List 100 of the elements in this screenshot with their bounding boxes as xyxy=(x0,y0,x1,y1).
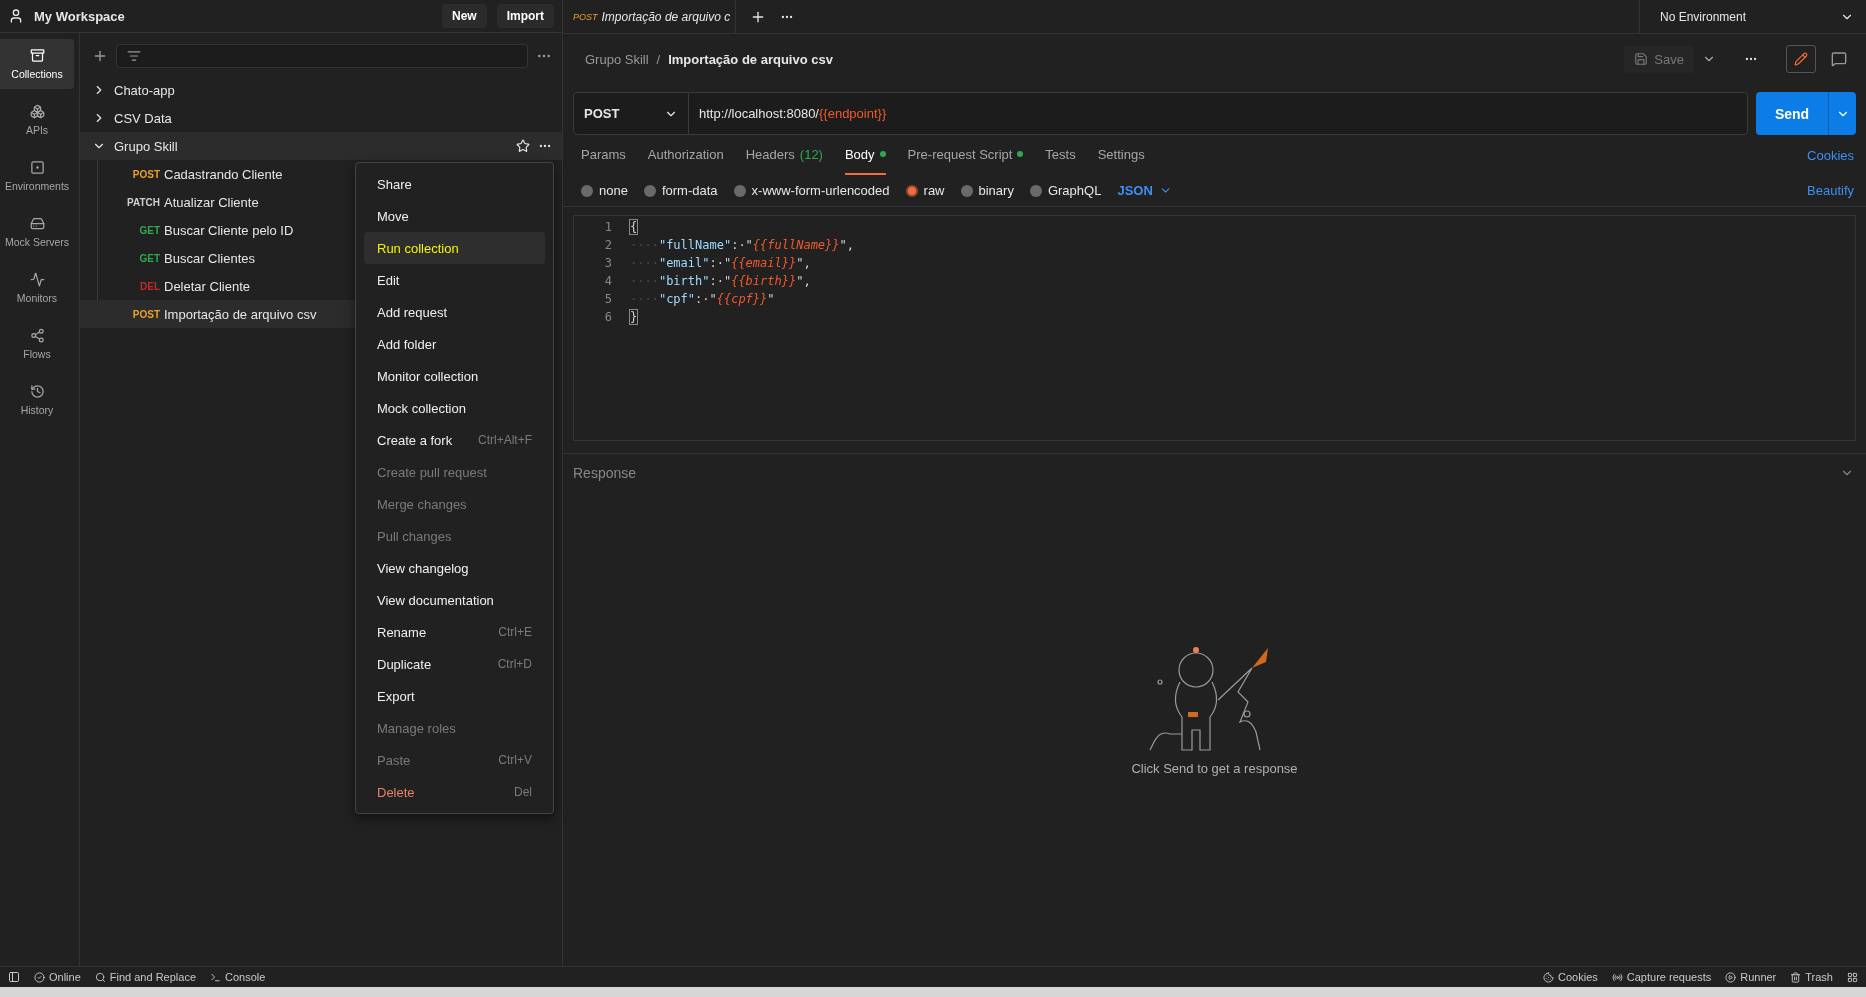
body-type-radio[interactable]: GraphQL xyxy=(1029,183,1102,198)
rail-item[interactable]: Environments xyxy=(0,151,74,201)
filter-field[interactable] xyxy=(116,44,528,68)
cookie-icon xyxy=(1543,971,1555,983)
status-item[interactable]: Cookies xyxy=(1558,971,1598,983)
menu-item[interactable]: Paste Ctrl+V xyxy=(364,744,545,776)
rail-item[interactable]: APIs xyxy=(0,95,74,145)
body-type-radio[interactable]: none xyxy=(581,183,628,198)
apis-icon xyxy=(29,104,45,119)
breadcrumb-link[interactable]: Grupo Skill xyxy=(585,51,649,67)
terminal-icon xyxy=(210,971,222,983)
request-name: Atualizar Cliente xyxy=(164,194,259,210)
add-icon[interactable] xyxy=(92,48,108,64)
status-item[interactable]: Capture requests xyxy=(1626,971,1712,983)
rail-item[interactable]: Flows xyxy=(0,319,74,369)
sidebar-toggle-icon[interactable] xyxy=(8,971,20,983)
filter-icon xyxy=(127,49,141,63)
beautify-link[interactable]: Beautify xyxy=(1807,183,1854,198)
edit-icon[interactable] xyxy=(1786,45,1816,73)
request-option-tab[interactable]: Tests xyxy=(1045,135,1076,175)
menu-item[interactable]: Share xyxy=(364,168,545,200)
request-title: Importação de arquivo csv xyxy=(668,51,834,67)
rail-item[interactable]: Collections xyxy=(0,39,74,89)
user-icon xyxy=(8,8,24,24)
line-number: 6 xyxy=(603,310,612,324)
method-label: PATCH xyxy=(127,196,160,208)
menu-item[interactable]: View changelog xyxy=(364,552,545,584)
method-label: DEL xyxy=(140,280,160,292)
menu-item[interactable]: Delete Del xyxy=(364,776,545,808)
search-icon xyxy=(94,971,106,983)
menu-item[interactable]: Create pull request xyxy=(364,456,545,488)
header-button[interactable]: Import xyxy=(496,4,554,28)
menu-item[interactable]: Duplicate Ctrl+D xyxy=(364,648,545,680)
workspace-title: My Workspace xyxy=(34,8,126,24)
request-option-tab[interactable]: Settings xyxy=(1097,135,1145,175)
method-label: POST xyxy=(132,308,160,320)
layout-icon[interactable] xyxy=(1847,971,1858,983)
collection-row[interactable]: CSV Data xyxy=(80,104,562,132)
line-number: 5 xyxy=(603,292,612,306)
status-item[interactable]: Console xyxy=(225,971,266,983)
method-label: POST xyxy=(132,168,160,180)
breadcrumb-separator: / xyxy=(656,51,661,67)
body-type-radio[interactable]: raw xyxy=(905,183,945,198)
history-icon xyxy=(29,384,45,399)
rail-item[interactable]: Mock Servers xyxy=(0,207,74,257)
line-number: 1 xyxy=(603,220,612,234)
code-line: } xyxy=(630,310,638,324)
header-button[interactable]: New xyxy=(441,4,487,28)
code-editor[interactable]: 1 { 2 ····"fullName":·"{{fullName}}", 3 ····"email":·"{{email}}", 4 ····"birth":·"{{birth}}", 5 ····"cpf":·"{{cpf}}" 6 } xyxy=(573,215,1856,441)
format-select[interactable]: JSON xyxy=(1117,183,1172,198)
send-button[interactable]: Send xyxy=(1756,92,1856,135)
request-option-tab[interactable]: Params xyxy=(581,135,626,175)
menu-item[interactable]: Pull changes xyxy=(364,520,545,552)
line-number: 3 xyxy=(603,256,612,270)
status-item[interactable]: Find and Replace xyxy=(109,971,197,983)
rail-item[interactable]: History xyxy=(0,375,74,425)
flows-icon xyxy=(29,328,45,343)
request-option-tab[interactable]: Pre-request Script xyxy=(907,135,1024,175)
menu-item[interactable]: Run collection xyxy=(364,232,545,264)
collections-icon xyxy=(29,48,45,63)
menu-item[interactable]: Create a fork Ctrl+Alt+F xyxy=(364,424,545,456)
status-item[interactable]: Runner xyxy=(1740,971,1777,983)
environments-icon xyxy=(29,160,45,175)
empty-state-message: Click Send to get a response xyxy=(1131,760,1298,776)
menu-item[interactable]: Move xyxy=(364,200,545,232)
radio-icon xyxy=(1611,971,1623,983)
line-number: 4 xyxy=(603,274,612,288)
request-option-tab[interactable]: Body xyxy=(844,135,886,175)
method-label: GET xyxy=(139,224,160,236)
cookies-link[interactable]: Cookies xyxy=(1807,147,1854,163)
menu-item[interactable]: Rename Ctrl+E xyxy=(364,616,545,648)
collection-row[interactable]: Grupo Skill xyxy=(80,132,562,160)
body-type-radio[interactable]: form-data xyxy=(643,183,718,198)
request-name: Importação de arquivo csv xyxy=(164,306,317,322)
trash-icon xyxy=(1790,971,1802,983)
check-circle-icon xyxy=(34,971,45,983)
body-type-radio[interactable]: binary xyxy=(960,183,1014,198)
request-option-tab[interactable]: Headers (12) xyxy=(745,135,823,175)
environment-select[interactable]: No Environment xyxy=(1639,0,1866,33)
method-label: GET xyxy=(139,252,160,264)
rail-item[interactable]: Monitors xyxy=(0,263,74,313)
collection-row[interactable]: Chato-app xyxy=(80,76,562,104)
response-title: Response xyxy=(573,464,637,481)
menu-item[interactable]: Add folder xyxy=(364,328,545,360)
request-option-tab[interactable]: Authorization xyxy=(647,135,724,175)
body-type-radio[interactable]: x-www-form-urlencoded xyxy=(733,183,890,198)
code-line: ····"cpf":·"{{cpf}}" xyxy=(630,292,775,306)
menu-item[interactable]: Export xyxy=(364,680,545,712)
status-item[interactable]: Trash xyxy=(1805,971,1833,983)
save-icon xyxy=(1634,52,1649,66)
request-name: Buscar Clientes xyxy=(164,250,256,266)
server-icon xyxy=(29,216,45,231)
menu-item[interactable]: Merge changes xyxy=(364,488,545,520)
menu-item[interactable]: Mock collection xyxy=(364,392,545,424)
menu-item[interactable]: Edit xyxy=(364,264,545,296)
star-icon[interactable] xyxy=(516,139,530,153)
menu-item[interactable]: View documentation xyxy=(364,584,545,616)
menu-item[interactable]: Monitor collection xyxy=(364,360,545,392)
menu-item[interactable]: Manage roles xyxy=(364,712,545,744)
status-item[interactable]: Online xyxy=(49,971,81,983)
